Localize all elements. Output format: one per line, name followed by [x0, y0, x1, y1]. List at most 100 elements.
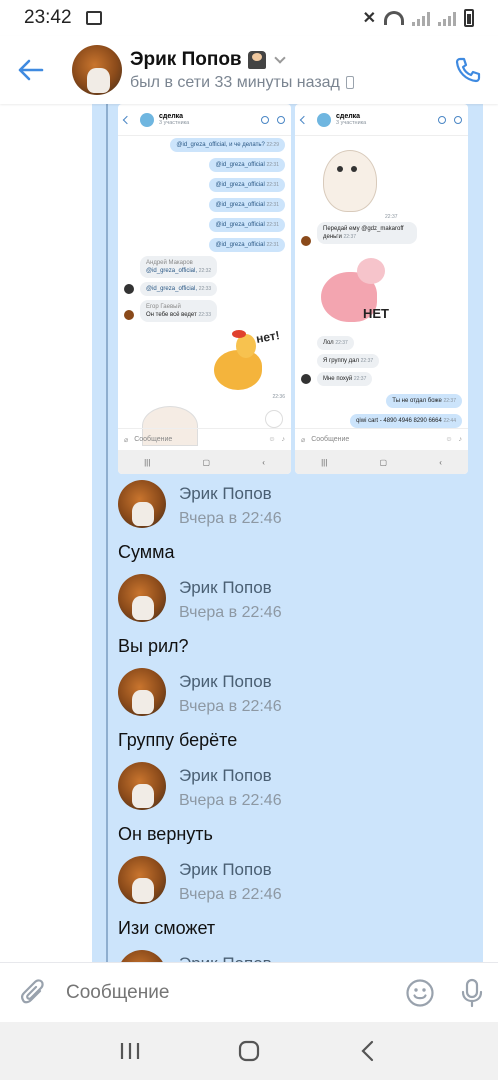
chat-title[interactable]: Эрик Попов был в сети 33 минуты назад [130, 49, 354, 92]
smile-icon [406, 978, 434, 1007]
mobile-device-icon [345, 76, 354, 89]
screenshot-input: ⌀ Сообщение ☺ ♪ [295, 428, 468, 450]
home-icon: ▢ [379, 457, 388, 467]
back-icon: ‹ [262, 457, 265, 467]
screenshot-bubble: qiwi cart - 4890 4946 8290 6664 22:44 [350, 414, 462, 428]
avatar [301, 374, 311, 384]
gallery-notification-icon [85, 11, 102, 25]
battery-icon [464, 9, 474, 27]
seal-sticker [317, 144, 387, 216]
screenshot-bubble: Ты не отдал боже 22:37 [386, 394, 462, 408]
screenshot-bubble: @id_greza_official 22:31 [209, 158, 285, 172]
smile-icon: ☺ [268, 436, 276, 443]
phone-icon [455, 57, 481, 83]
scroll-down-button[interactable] [265, 410, 283, 428]
screenshot-bubble: @id_greza_official, 22:33 [140, 282, 218, 296]
cat-sticker: НЕТ [317, 252, 397, 330]
forwarded-message[interactable]: Эрик Попов [118, 950, 478, 962]
smile-icon: ☺ [445, 436, 453, 443]
screenshot-navbar: ||| ▢ ‹ [295, 450, 468, 474]
avatar [140, 112, 154, 127]
screenshot-bubble: Егор Гаевый Он тебе всё ведет 22:33 [140, 300, 217, 322]
person-emoji-icon [247, 50, 266, 69]
attach-button[interactable] [0, 963, 66, 1023]
chat-header: Эрик Попов был в сети 33 минуты назад [0, 36, 498, 104]
avatar[interactable] [118, 762, 166, 810]
system-navigation-bar [0, 1022, 498, 1080]
mic-icon: ♪ [458, 436, 463, 443]
screenshot-chat-title: сделка [159, 113, 184, 120]
recents-icon [120, 1043, 139, 1059]
call-button[interactable] [438, 36, 498, 104]
system-back-button[interactable] [348, 1031, 388, 1071]
info-icon [277, 115, 285, 124]
sender-name[interactable]: Эрик Попов [179, 766, 272, 786]
home-button[interactable] [229, 1031, 269, 1071]
avatar[interactable] [118, 480, 166, 528]
screenshot-chat-subtitle: 3 участника [336, 120, 367, 126]
message-input[interactable] [66, 981, 366, 1004]
rooster-sticker: нет! [206, 328, 286, 398]
avatar[interactable] [118, 574, 166, 622]
sender-name[interactable]: Эрик Попов [179, 954, 272, 962]
screenshot-bubble: Андрей Макаров @id_greza_official, 22:32 [140, 256, 218, 278]
paperclip-icon [21, 978, 44, 1003]
wifi-icon [384, 11, 404, 25]
back-icon: ‹ [439, 457, 442, 467]
screenshot-bubble: @id_greza_official 22:31 [209, 178, 285, 192]
screenshot-chat-title: сделка [336, 113, 361, 120]
sender-name[interactable]: Эрик Попов [179, 484, 272, 504]
home-icon [238, 1040, 260, 1062]
mic-icon: ♪ [281, 436, 286, 443]
screenshot-input: ⌀ Сообщение ☺ ♪ [118, 428, 291, 450]
message-list[interactable]: сделка 3 участника @id_greza_official, и… [0, 104, 498, 962]
avatar[interactable] [118, 856, 166, 904]
message-time: Вчера в 22:46 [179, 792, 282, 809]
screenshot-chat-header: сделка 3 участника [118, 104, 291, 136]
paperclip-icon: ⌀ [124, 436, 129, 444]
forwarded-message[interactable]: Эрик Попов Вчера в 22:46 Группу берёте [118, 668, 478, 762]
forwarded-message[interactable]: Эрик Попов Вчера в 22:46 Вы рил? [118, 574, 478, 668]
back-button[interactable] [0, 36, 62, 104]
message-text: Он вернуть [118, 824, 213, 844]
screenshot-bubble: @id_greza_official 22:31 [209, 238, 285, 252]
avatar[interactable] [118, 950, 166, 962]
forwarded-message[interactable]: Эрик Попов Вчера в 22:46 Он вернуть [118, 762, 478, 856]
mute-icon: ✕ [362, 10, 376, 27]
forwarded-message[interactable]: Эрик Попов Вчера в 22:46 Сумма [118, 480, 478, 574]
message-time: Вчера в 22:46 [179, 698, 282, 715]
recents-button[interactable] [110, 1031, 150, 1071]
message-text: Сумма [118, 542, 175, 562]
sender-name[interactable]: Эрик Попов [179, 860, 272, 880]
emoji-button[interactable] [394, 963, 446, 1023]
paperclip-icon: ⌀ [301, 436, 306, 444]
screenshot-bubble: Я группу дал 22:37 [317, 354, 380, 368]
forwarded-message[interactable]: Эрик Попов Вчера в 22:46 Изи сможет [118, 856, 478, 950]
recents-icon: ||| [321, 457, 328, 467]
contact-name: Эрик Попов [130, 48, 242, 70]
status-bar: 23:42 ✕ [0, 0, 498, 36]
info-icon [454, 115, 462, 124]
attached-screenshot-2[interactable]: сделка 3 участника 22:37 Передай ему @gd… [295, 104, 468, 474]
sender-name[interactable]: Эрик Попов [179, 578, 272, 598]
message-time: Вчера в 22:46 [179, 510, 282, 527]
avatar [124, 284, 134, 294]
sender-name[interactable]: Эрик Попов [179, 672, 272, 692]
screenshot-bubble: Лол 22:37 [317, 336, 354, 350]
voice-message-button[interactable] [446, 963, 498, 1023]
message-composer [0, 962, 498, 1022]
avatar [301, 236, 311, 246]
arrow-left-icon [299, 115, 309, 124]
avatar [317, 112, 331, 127]
phone-icon [438, 115, 446, 124]
avatar[interactable] [72, 45, 122, 95]
message-text: Изи сможет [118, 918, 216, 938]
forwarded-messages-line [106, 104, 108, 962]
screenshot-navbar: ||| ▢ ‹ [118, 450, 291, 474]
message-time: Вчера в 22:46 [179, 604, 282, 621]
screenshot-bubble: @id_greza_official 22:31 [209, 218, 285, 232]
screenshot-bubble: Передай ему @gdz_makaroff деньги 22:37 [317, 222, 417, 244]
avatar [124, 310, 134, 320]
attached-screenshot-1[interactable]: сделка 3 участника @id_greza_official, и… [118, 104, 291, 474]
avatar[interactable] [118, 668, 166, 716]
